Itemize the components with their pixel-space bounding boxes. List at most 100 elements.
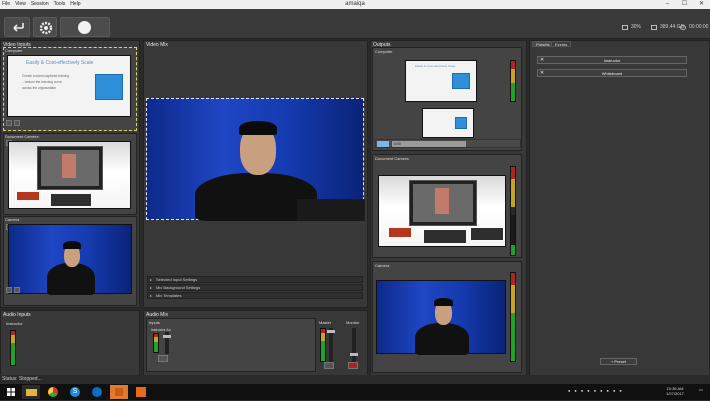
photo-graphic [62, 154, 76, 178]
output-computer-preview: Easily & Cost-effectively Scale [405, 60, 477, 102]
input-label: Camera [5, 217, 20, 222]
speaker-icon[interactable] [324, 362, 334, 369]
slide-graphic [452, 73, 470, 89]
hair-graphic [239, 121, 277, 135]
preset-label: Instructor [603, 58, 621, 63]
clock[interactable]: 10:36 AM 1/27/2017 [655, 386, 695, 396]
person-graphic [47, 263, 95, 295]
audio-inputs-panel: Audio Inputs Instructor [0, 310, 140, 376]
monitor-label: Monitor [346, 320, 360, 325]
output-level-meter [510, 166, 516, 256]
person-graphic [415, 323, 469, 355]
maximize-icon[interactable]: ☐ [676, 0, 693, 9]
cpu-stat: 30% [622, 24, 641, 30]
system-tray: ● ● ● ● ● ● ● ● ● [568, 388, 622, 393]
preset-label: Whiteboard [601, 71, 623, 76]
skype-business-icon[interactable] [88, 385, 106, 399]
monitor-fader[interactable] [350, 328, 358, 362]
uploader-icon[interactable] [132, 385, 150, 399]
record-button[interactable] [60, 17, 110, 37]
exit-button[interactable] [4, 17, 30, 37]
audio-channel-label: Instructor [6, 321, 23, 326]
output-thumb-icon [377, 141, 389, 147]
camera-preview [8, 224, 132, 295]
hair-graphic [63, 241, 81, 249]
output-progress-bar[interactable]: 0:00 [375, 139, 521, 148]
windows-icon[interactable] [2, 385, 20, 399]
audio-input-fader[interactable] [163, 332, 171, 354]
slide-text-line: across the organization [22, 86, 57, 90]
input-settings-icon[interactable] [6, 120, 12, 126]
photo-graphic [435, 188, 449, 214]
close-icon[interactable]: ✕ [693, 0, 710, 9]
input-refresh-icon[interactable] [14, 287, 20, 293]
preset-instructor[interactable]: ✕ Instructor [537, 56, 687, 64]
disk-icon [651, 24, 657, 30]
window-title: amaiqa [345, 1, 365, 7]
close-icon[interactable]: ✕ [539, 57, 545, 63]
tray-icon[interactable]: ● [613, 388, 615, 393]
mute-icon[interactable] [348, 362, 358, 369]
input-settings-icon[interactable] [6, 287, 12, 293]
presets-panel [529, 40, 710, 376]
input-label: Computer [5, 48, 23, 53]
audio-inputs-title: Audio Inputs [3, 312, 31, 318]
master-label: Master [319, 320, 332, 325]
audio-mix-input-meter [153, 333, 159, 353]
notification-icon[interactable]: ▭ [699, 387, 703, 392]
close-icon[interactable]: ✕ [539, 70, 545, 76]
selected-input-settings[interactable]: Selected Input Settings [147, 276, 363, 283]
settings-button[interactable] [33, 17, 57, 37]
status-bar: Status: Stopped... [0, 375, 710, 384]
tray-icon[interactable]: ● [600, 388, 602, 393]
output-level-meter [510, 272, 516, 362]
gear-icon [39, 21, 53, 35]
output-time: 0:00 [392, 141, 466, 147]
add-preset-button[interactable]: + Preset [600, 358, 637, 365]
minimize-icon[interactable]: – [659, 0, 676, 9]
video-mix-title: Video Mix [146, 42, 168, 48]
input-label: Document Camera [5, 134, 39, 139]
output-level-meter [510, 60, 516, 102]
desk-graphic [297, 199, 365, 221]
device-graphic [424, 230, 466, 243]
toolbar: 30% 389.44 GB 00:00:00 [0, 9, 710, 39]
output-computer-secondary [422, 108, 474, 138]
taskbar: S ● ● ● ● ● ● ● ● ● 10:36 AM 1/27/2017 ▭ [0, 384, 710, 400]
output-document-camera-preview [378, 175, 506, 247]
output-label: Document Camera [375, 156, 409, 161]
device-graphic [51, 194, 91, 206]
amaiqa-app-icon[interactable] [110, 385, 128, 399]
device-graphic [471, 228, 503, 240]
tray-icon[interactable]: ● [574, 388, 576, 393]
computer-preview: Easily & Cost-effectively Scale Create c… [7, 55, 131, 117]
mix-preview[interactable] [146, 98, 365, 221]
tray-icon[interactable]: ● [619, 388, 621, 393]
tab-events[interactable]: Events [551, 41, 572, 47]
record-icon [78, 21, 91, 34]
clock-date: 1/27/2017 [666, 391, 684, 396]
skype-icon[interactable]: S [66, 385, 84, 399]
file-explorer-icon[interactable] [22, 385, 40, 399]
disk-stat: 389.44 GB [651, 24, 684, 30]
mix-templates[interactable]: Mix Templates [147, 292, 363, 299]
tray-icon[interactable]: ● [581, 388, 583, 393]
preset-whiteboard[interactable]: ✕ Whiteboard [537, 69, 687, 77]
document-camera-preview [8, 141, 131, 209]
input-refresh-icon[interactable] [14, 120, 20, 126]
tray-icon[interactable]: ● [568, 388, 570, 393]
title-bar: File View Session Tools Help amaiqa – ☐ … [0, 0, 710, 9]
tray-icon[interactable]: ● [594, 388, 596, 393]
master-fader[interactable] [327, 328, 335, 362]
audio-inputs-label: Inputs [149, 320, 160, 325]
slide-graphic [95, 74, 123, 100]
slide-text-line: ...reduce the learning curve [22, 80, 62, 84]
tray-icon[interactable]: ● [607, 388, 609, 393]
mix-background-settings[interactable]: Mix Background Settings [147, 284, 363, 291]
slide-text-line: Create custom-captured training [22, 74, 70, 78]
speaker-icon[interactable] [158, 355, 168, 362]
tray-icon[interactable]: ● [587, 388, 589, 393]
chrome-icon[interactable] [44, 385, 62, 399]
output-label: Computer [375, 49, 393, 54]
device-graphic [389, 228, 411, 237]
